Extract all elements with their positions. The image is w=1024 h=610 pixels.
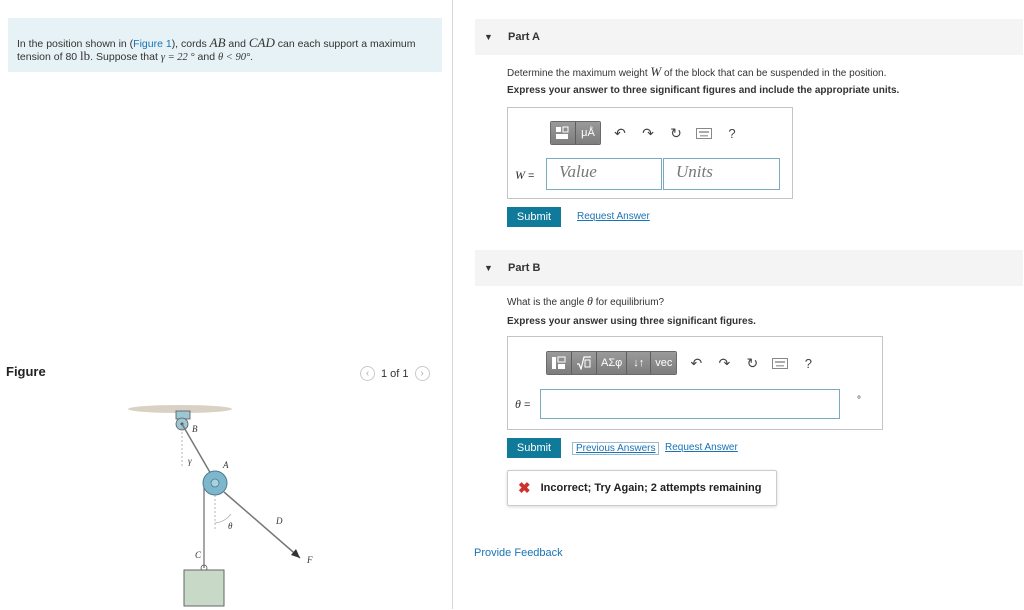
part-b-question: What is the angle θ for equilibrium? (507, 294, 665, 308)
previous-answers-link[interactable]: Previous Answers (572, 442, 660, 455)
collapse-caret-icon[interactable]: ▼ (484, 263, 493, 273)
math-template-group: ΑΣφ ↓↑ vec (546, 351, 678, 375)
templates-button[interactable] (547, 352, 572, 374)
label-c: C (195, 550, 202, 560)
label-f: F (306, 555, 313, 565)
part-b-submit-button[interactable]: Submit (507, 438, 561, 458)
part-a-title: Part A (508, 31, 540, 43)
feedback-text: Incorrect; Try Again; 2 attempts remaini… (540, 482, 762, 494)
figure-page-count: 1 of 1 (381, 367, 409, 380)
templates-icon (556, 126, 569, 139)
reset-icon[interactable]: ↻ (667, 123, 685, 143)
theta-label: θ = (515, 397, 531, 411)
label-gamma: γ (188, 456, 192, 466)
problem-pane: In the position shown in (Figure 1), cor… (0, 0, 452, 609)
value-input[interactable]: Value (546, 158, 662, 190)
incorrect-x-icon: ✖ (518, 480, 531, 497)
template-group: μÅ (550, 121, 601, 145)
figure-pager: ‹ 1 of 1 › (360, 366, 430, 381)
arrows-button[interactable]: ↓↑ (627, 352, 652, 374)
part-a-question: Determine the maximum weight W of the bl… (507, 64, 887, 79)
problem-statement: In the position shown in (Figure 1), cor… (8, 18, 442, 72)
cord-ad (223, 491, 301, 559)
figure-title: Figure (6, 364, 46, 379)
units-input[interactable]: Units (663, 158, 780, 190)
help-icon[interactable]: ? (723, 123, 741, 143)
label-d: D (275, 516, 283, 526)
next-figure-button[interactable]: › (414, 366, 430, 381)
keyboard-icon[interactable] (771, 353, 789, 373)
help-icon[interactable]: ? (799, 353, 817, 373)
part-b-toolbar: ΑΣφ ↓↑ vec ↶ ↷ ↻ ? (546, 351, 817, 375)
degree-unit: ° (857, 395, 861, 406)
label-theta: θ (228, 521, 233, 531)
label-b: B (192, 424, 198, 434)
redo-icon[interactable]: ↷ (639, 123, 657, 143)
collapse-caret-icon[interactable]: ▼ (484, 32, 493, 42)
greek-symbols-button[interactable]: ΑΣφ (597, 352, 628, 374)
sqrt-button[interactable] (572, 352, 597, 374)
part-b-instruction: Express your answer using three signific… (507, 316, 756, 327)
prev-figure-button[interactable]: ‹ (360, 366, 375, 381)
sqrt-icon (577, 356, 591, 370)
templates-button[interactable] (551, 122, 576, 144)
part-a-header[interactable]: ▼ Part A (475, 19, 1023, 55)
label-a: A (222, 460, 229, 470)
figure-link[interactable]: Figure 1 (133, 38, 172, 50)
templates-icon (552, 356, 566, 369)
undo-icon[interactable]: ↶ (611, 123, 629, 143)
figure-diagram: B A γ θ D C F (128, 405, 313, 607)
part-a-instruction: Express your answer to three significant… (507, 85, 900, 96)
part-a-toolbar: μÅ ↶ ↷ ↻ ? (550, 121, 741, 145)
reset-icon[interactable]: ↻ (743, 353, 761, 373)
part-a-request-answer-link[interactable]: Request Answer (577, 211, 650, 222)
part-b-request-answer-link[interactable]: Request Answer (665, 442, 738, 453)
answer-pane: ▼ Part A Determine the maximum weight W … (453, 0, 1024, 609)
theta-input[interactable] (540, 389, 840, 419)
block (183, 569, 225, 607)
vector-button[interactable]: vec (651, 352, 677, 374)
keyboard-icon[interactable] (695, 123, 713, 143)
part-b-answer-box: ΑΣφ ↓↑ vec ↶ ↷ ↻ ? θ = ° (507, 336, 883, 430)
part-b-header[interactable]: ▼ Part B (475, 250, 1023, 286)
force-arrow-f (291, 549, 300, 558)
part-b-title: Part B (508, 262, 541, 274)
part-a-submit-button[interactable]: Submit (507, 207, 561, 227)
w-label: W = (515, 168, 535, 182)
part-a-answer-box: μÅ ↶ ↷ ↻ ? W = Value Units (507, 107, 793, 199)
feedback-message: ✖ Incorrect; Try Again; 2 attempts remai… (507, 470, 777, 506)
undo-icon[interactable]: ↶ (687, 353, 705, 373)
units-button[interactable]: μÅ (576, 122, 600, 144)
provide-feedback-link[interactable]: Provide Feedback (474, 547, 563, 559)
redo-icon[interactable]: ↷ (715, 353, 733, 373)
